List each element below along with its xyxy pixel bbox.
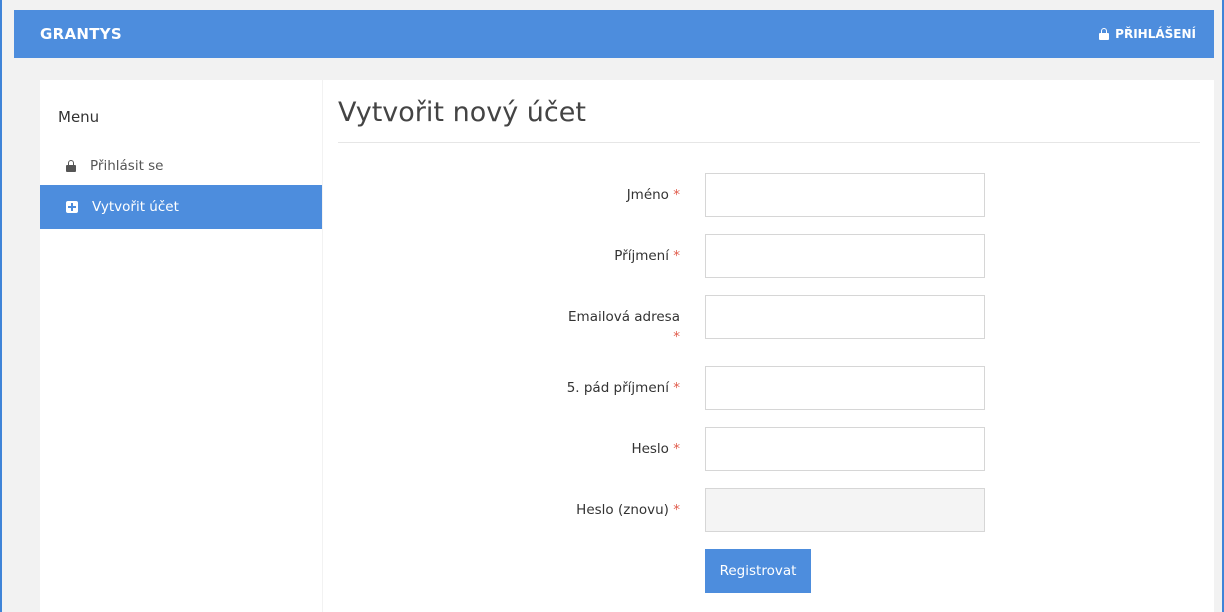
- last-name-label: Příjmení *: [614, 248, 680, 264]
- required-mark: *: [673, 380, 680, 396]
- sidebar-item-label: Vytvořit účet: [92, 199, 179, 215]
- email-label: Emailová adresa *: [568, 309, 680, 345]
- required-mark: *: [673, 502, 680, 518]
- app-frame: GRANTYS PŘIHLÁŠENÍ Menu Přihlásit se Vyt…: [0, 0, 1224, 612]
- password-label: Heslo *: [631, 441, 680, 457]
- vocative-field[interactable]: [705, 366, 985, 410]
- sidebar-item-create-account[interactable]: Vytvořit účet: [40, 185, 322, 229]
- plus-square-icon: [66, 201, 78, 213]
- title-divider: [338, 142, 1200, 143]
- register-button[interactable]: Registrovat: [705, 549, 811, 593]
- required-mark: *: [673, 187, 680, 203]
- required-mark: *: [673, 248, 680, 264]
- first-name-label: Jméno *: [626, 187, 680, 203]
- main-content: Vytvořit nový účet Jméno * Příjmení * Em…: [323, 80, 1214, 612]
- top-navbar: GRANTYS PŘIHLÁŠENÍ: [14, 10, 1214, 58]
- login-nav-link[interactable]: PŘIHLÁŠENÍ: [1099, 27, 1196, 41]
- first-name-field[interactable]: [705, 173, 985, 217]
- email-field[interactable]: [705, 295, 985, 339]
- vocative-label: 5. pád příjmení *: [566, 380, 680, 396]
- required-mark: *: [673, 441, 680, 457]
- sidebar-item-label: Přihlásit se: [90, 158, 164, 174]
- sidebar-item-login[interactable]: Přihlásit se: [40, 144, 322, 188]
- password-field[interactable]: [705, 427, 985, 471]
- required-mark: *: [673, 329, 680, 345]
- sidebar: Menu Přihlásit se Vytvořit účet: [40, 80, 322, 612]
- last-name-field[interactable]: [705, 234, 985, 278]
- page-title: Vytvořit nový účet: [338, 97, 586, 128]
- password-confirm-label: Heslo (znovu) *: [576, 502, 680, 518]
- brand-logo[interactable]: GRANTYS: [40, 25, 122, 43]
- password-confirm-field[interactable]: [705, 488, 985, 532]
- lock-icon: [66, 160, 76, 172]
- sidebar-title: Menu: [58, 108, 100, 126]
- login-nav-label: PŘIHLÁŠENÍ: [1115, 27, 1196, 41]
- lock-icon: [1099, 28, 1110, 40]
